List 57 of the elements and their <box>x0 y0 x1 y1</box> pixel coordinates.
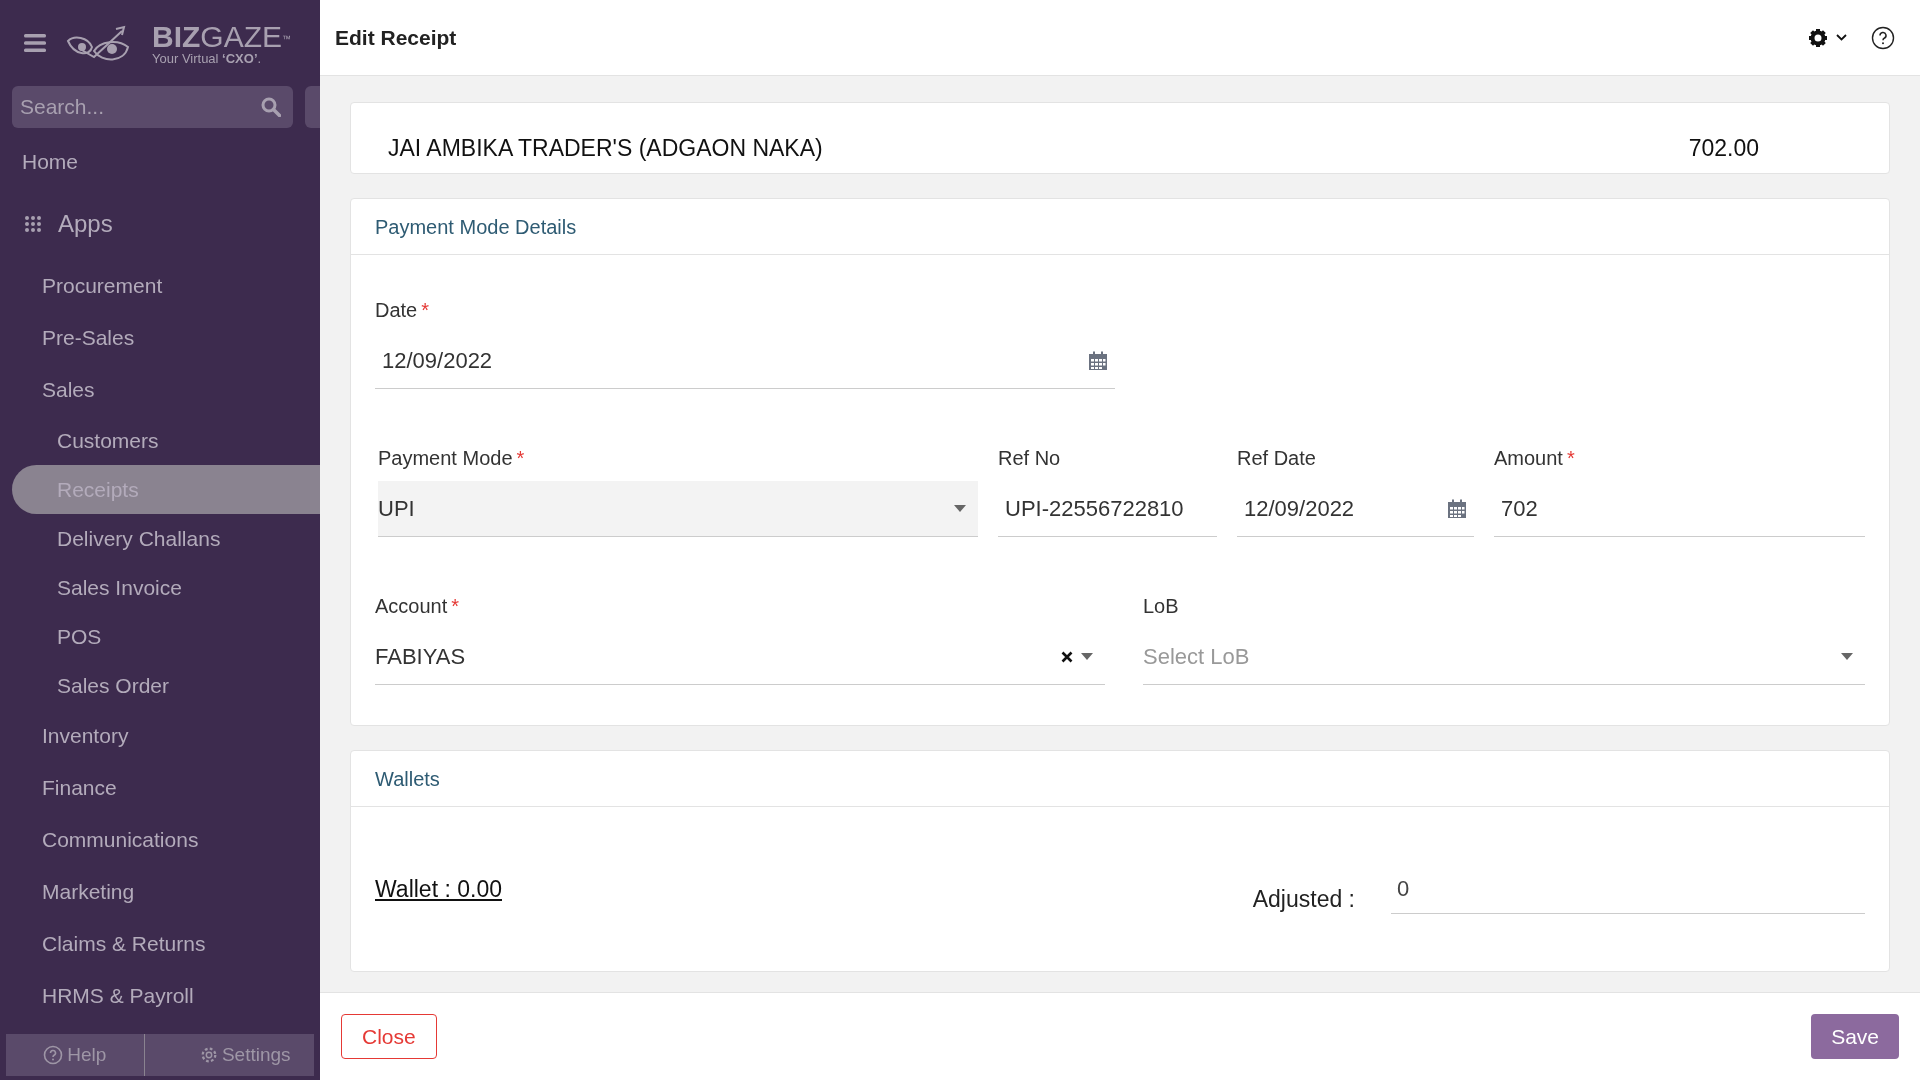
field-label: Amount * <box>1494 446 1576 471</box>
field-label: Payment Mode * <box>378 446 526 471</box>
menu-icon[interactable] <box>24 34 46 52</box>
nav-item[interactable]: Sales Order <box>12 661 320 710</box>
caret-icon <box>1081 653 1093 660</box>
chevron-down-icon <box>1836 34 1847 41</box>
nav-item[interactable]: Customers <box>12 416 320 465</box>
gear-icon <box>199 1046 218 1064</box>
nav-group[interactable]: Marketing <box>0 866 320 918</box>
search-icon[interactable] <box>261 97 282 117</box>
nav-group[interactable]: Communications <box>0 814 320 866</box>
field-label: Date * <box>375 298 431 323</box>
input-field[interactable]: UPI-22556722810 <box>998 481 1217 537</box>
help-icon <box>43 1045 64 1065</box>
settings-icon <box>1808 27 1828 48</box>
field-label: Ref No <box>998 446 1062 471</box>
nav-group[interactable]: Inventory <box>0 710 320 762</box>
section-heading: Apps <box>58 209 113 239</box>
wallet-link[interactable]: Wallet : 0.00 <box>375 871 502 907</box>
settings-dropdown-button[interactable] <box>1808 27 1847 48</box>
nav-group[interactable]: Pre-Sales <box>0 312 320 364</box>
nav-item[interactable]: POS <box>12 612 320 661</box>
section-title: Wallets <box>375 766 440 792</box>
nav-group[interactable]: Claims & Returns <box>0 918 320 970</box>
field-label: LoB <box>1143 594 1180 619</box>
section-title: Payment Mode Details <box>375 214 577 240</box>
nav-group[interactable]: HRMS & Payroll <box>0 970 320 1022</box>
close-button[interactable]: Close <box>341 1014 437 1059</box>
save-button[interactable]: Save <box>1811 1014 1899 1059</box>
brand-tagline: Your Virtual ‘CXO’. <box>152 51 263 65</box>
caret-icon <box>1841 653 1853 660</box>
apps-grid-icon <box>24 215 42 233</box>
nav-item[interactable]: Delivery Challans <box>12 514 320 563</box>
adjusted-label: Adjusted : <box>1252 884 1355 914</box>
dropdown-field[interactable]: FABIYAS <box>375 629 1105 685</box>
party-amount: 702.00 <box>1688 133 1759 163</box>
input-field[interactable]: 12/09/2022 <box>375 333 1115 389</box>
nav-group[interactable]: Procurement <box>0 260 320 312</box>
select-field[interactable]: UPI <box>378 481 978 537</box>
nav-group[interactable]: Finance <box>0 762 320 814</box>
nav-group[interactable]: Sales <box>0 364 320 416</box>
brand-name: BIZGAZE$^{™}$ <box>152 21 291 52</box>
page-title: Edit Receipt <box>335 24 457 51</box>
caret-icon <box>954 505 966 512</box>
clear-icon[interactable] <box>1061 650 1073 663</box>
field-label: Ref Date <box>1237 446 1317 471</box>
calendar-icon[interactable] <box>1447 498 1467 519</box>
help-icon[interactable] <box>1871 25 1895 50</box>
input-field[interactable]: 0 <box>1391 864 1865 914</box>
input-field[interactable]: 702 <box>1494 481 1865 537</box>
search-field[interactable]: Search... <box>12 86 294 128</box>
nav-link[interactable]: Home <box>0 136 320 188</box>
party-name: JAI AMBIKA TRADER'S (ADGAON NAKA) <box>388 133 823 163</box>
field-label: Account * <box>375 594 461 619</box>
calendar-icon[interactable] <box>1088 350 1108 371</box>
input-field[interactable]: 12/09/2022 <box>1237 481 1474 537</box>
nav-item[interactable]: Sales Invoice <box>12 563 320 612</box>
